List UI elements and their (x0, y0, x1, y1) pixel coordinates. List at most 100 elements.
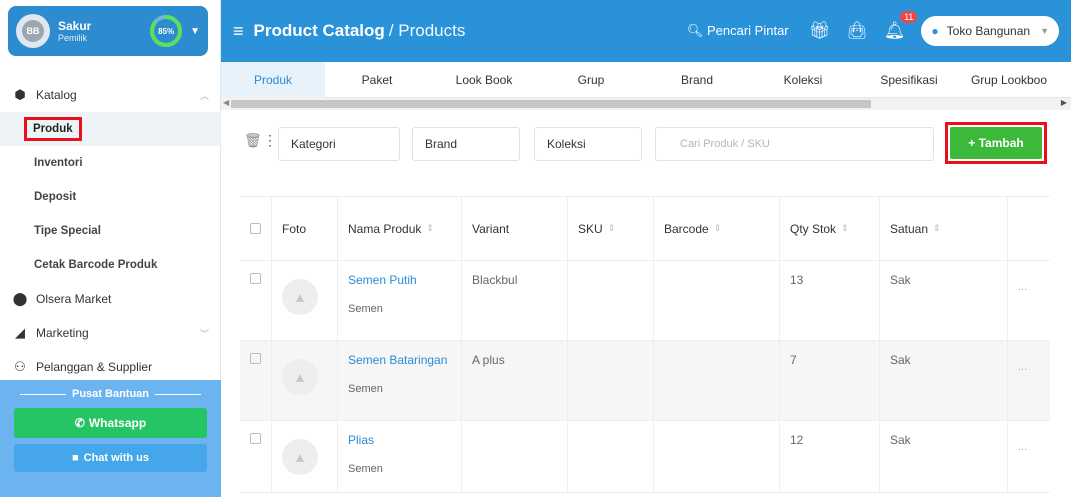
header-satuan[interactable]: Satuan ⇕ (880, 197, 1008, 260)
brand-filter[interactable]: Brand (412, 127, 520, 161)
smart-search-button[interactable]: 🔍︎ Pencari Pintar (687, 23, 789, 39)
gift-icon[interactable]: 🎁︎ (809, 21, 831, 41)
scroll-left-icon[interactable]: ◀ (223, 98, 229, 107)
header-nama-produk[interactable]: Nama Produk ⇕ (338, 197, 462, 260)
sidebar-item-inventori[interactable]: Inventori (0, 146, 221, 180)
tab-brand[interactable]: Brand (643, 62, 751, 98)
shopping-bag-icon[interactable]: 👜︎ (846, 21, 868, 41)
row-qty: 12 (780, 421, 880, 492)
row-more-button[interactable]: ... (1008, 261, 1050, 340)
sidebar-item-cetak-barcode[interactable]: Cetak Barcode Produk (0, 248, 221, 282)
product-category: Semen (348, 303, 383, 315)
product-image-placeholder-icon: ▲ (282, 359, 318, 395)
row-select-cell (240, 421, 272, 492)
trash-icon[interactable]: 🗑︎ (244, 132, 262, 149)
kategori-filter[interactable]: Kategori (278, 127, 400, 161)
product-name-link[interactable]: Semen Bataringan (348, 353, 451, 367)
table-header: Foto Nama Produk ⇕ Variant SKU ⇕ Barcode ⇕ … (240, 197, 1050, 261)
header-barcode[interactable]: Barcode ⇕ (654, 197, 780, 260)
row-more-button[interactable]: ... (1008, 421, 1050, 492)
filter-label: Brand (425, 137, 458, 151)
row-select-cell (240, 261, 272, 340)
row-photo-cell: ▲ (272, 421, 338, 492)
koleksi-filter[interactable]: Koleksi (534, 127, 642, 161)
profile-card[interactable]: BB Sakur Pemilik 85% ▼ (8, 6, 208, 56)
row-barcode (654, 261, 780, 340)
row-photo-cell: ▲ (272, 261, 338, 340)
product-search-input[interactable] (655, 127, 934, 161)
chevron-down-icon[interactable]: ▼ (190, 26, 200, 37)
tab-grup-lookbook[interactable]: Grup Lookboo (963, 62, 1055, 98)
hamburger-menu-icon[interactable]: ≡ (233, 21, 244, 42)
select-all-checkbox[interactable] (250, 223, 261, 234)
more-vertical-icon[interactable]: ⋮ (263, 132, 277, 149)
product-category: Semen (348, 383, 383, 395)
select-all-cell (240, 197, 272, 260)
row-qty: 13 (780, 261, 880, 340)
row-qty: 7 (780, 341, 880, 420)
profile-progress-ring: 85% (148, 13, 184, 49)
profile-role: Pemilik (58, 33, 88, 43)
header-qty-stok[interactable]: Qty Stok ⇕ (780, 197, 880, 260)
tab-koleksi[interactable]: Koleksi (751, 62, 855, 98)
chevron-up-icon: ︿ (199, 90, 209, 101)
header-label: Nama Produk (348, 221, 422, 236)
profile-name: Sakur (58, 19, 92, 33)
sort-icon: ⇕ (933, 223, 941, 233)
row-name-cell: Semen Bataringan Semen (338, 341, 462, 420)
breadcrumb[interactable]: / Products (389, 21, 466, 41)
tab-paket[interactable]: Paket (325, 62, 429, 98)
store-selector[interactable]: ● Toko Bangunan ▼ (921, 16, 1059, 46)
bell-icon[interactable]: 🔔︎ 11 (884, 11, 918, 41)
megaphone-icon: ◢ (15, 325, 25, 340)
sidebar-item-tipe-special[interactable]: Tipe Special (0, 214, 221, 248)
sidebar-section-label: Marketing (36, 326, 89, 340)
add-product-button[interactable]: + Tambah (950, 127, 1042, 159)
tab-look-book[interactable]: Look Book (429, 62, 539, 98)
product-name-link[interactable]: Semen Putih (348, 273, 451, 287)
sort-icon: ⇕ (713, 223, 722, 233)
row-unit: Sak (880, 341, 1008, 420)
tab-produk[interactable]: Produk (221, 61, 325, 98)
sidebar-item-deposit[interactable]: Deposit (0, 180, 221, 214)
help-panel: Pusat Bantuan ✆ Whatsapp ■ Chat with us (0, 380, 221, 497)
product-name-link[interactable]: Plias (348, 433, 451, 447)
row-checkbox[interactable] (250, 273, 261, 284)
sidebar: BB Sakur Pemilik 85% ▼ ⬢ Katalog ︿ Produ… (0, 0, 221, 497)
sidebar-section-olsera-market[interactable]: ⬤ Olsera Market (0, 282, 221, 316)
chat-label: Chat with us (83, 452, 150, 464)
sidebar-section-label: Pelanggan & Supplier (36, 360, 153, 374)
smart-search-label: Pencari Pintar (706, 23, 789, 38)
location-pin-icon: ● (931, 24, 939, 38)
sidebar-item-label: Tipe Special (34, 225, 101, 237)
chat-button[interactable]: ■ Chat with us (14, 444, 207, 472)
row-sku (568, 421, 654, 492)
sidebar-section-marketing[interactable]: ◢ Marketing ﹀ (0, 316, 221, 350)
location-pin-icon: ⬤ (12, 291, 28, 306)
row-photo-cell: ▲ (272, 341, 338, 420)
sidebar-section-katalog[interactable]: ⬢ Katalog ︿ (0, 78, 221, 112)
scroll-right-icon[interactable]: ▶ (1061, 98, 1067, 107)
table-row[interactable]: ▲ Plias Semen 12 Sak ... (240, 421, 1050, 493)
progress-label: 85% (158, 26, 175, 36)
sidebar-section-pelanggan[interactable]: ⚇ Pelanggan & Supplier (0, 350, 221, 384)
row-select-cell (240, 341, 272, 420)
tabs-scrollbar[interactable]: ◀ ▶ (221, 98, 1071, 110)
tab-spesifikasi[interactable]: Spesifikasi (855, 62, 963, 98)
sort-icon: ⇕ (426, 223, 434, 233)
whatsapp-button[interactable]: ✆ Whatsapp (14, 408, 207, 438)
table-row[interactable]: ▲ Semen Putih Semen Blackbul 13 Sak ... (240, 261, 1050, 341)
header-sku[interactable]: SKU ⇕ (568, 197, 654, 260)
sidebar-item-produk[interactable]: Produk (0, 112, 221, 146)
scrollbar-thumb[interactable] (231, 100, 871, 108)
profile-info: Sakur Pemilik (58, 19, 148, 43)
help-title: Pusat Bantuan (14, 388, 207, 400)
cube-icon: ⬢ (14, 87, 26, 102)
row-more-button[interactable]: ... (1008, 341, 1050, 420)
row-checkbox[interactable] (250, 353, 261, 364)
row-checkbox[interactable] (250, 433, 261, 444)
product-category: Semen (348, 463, 383, 475)
row-sku (568, 341, 654, 420)
tab-grup[interactable]: Grup (539, 62, 643, 98)
table-row[interactable]: ▲ Semen Bataringan Semen A plus 7 Sak ..… (240, 341, 1050, 421)
